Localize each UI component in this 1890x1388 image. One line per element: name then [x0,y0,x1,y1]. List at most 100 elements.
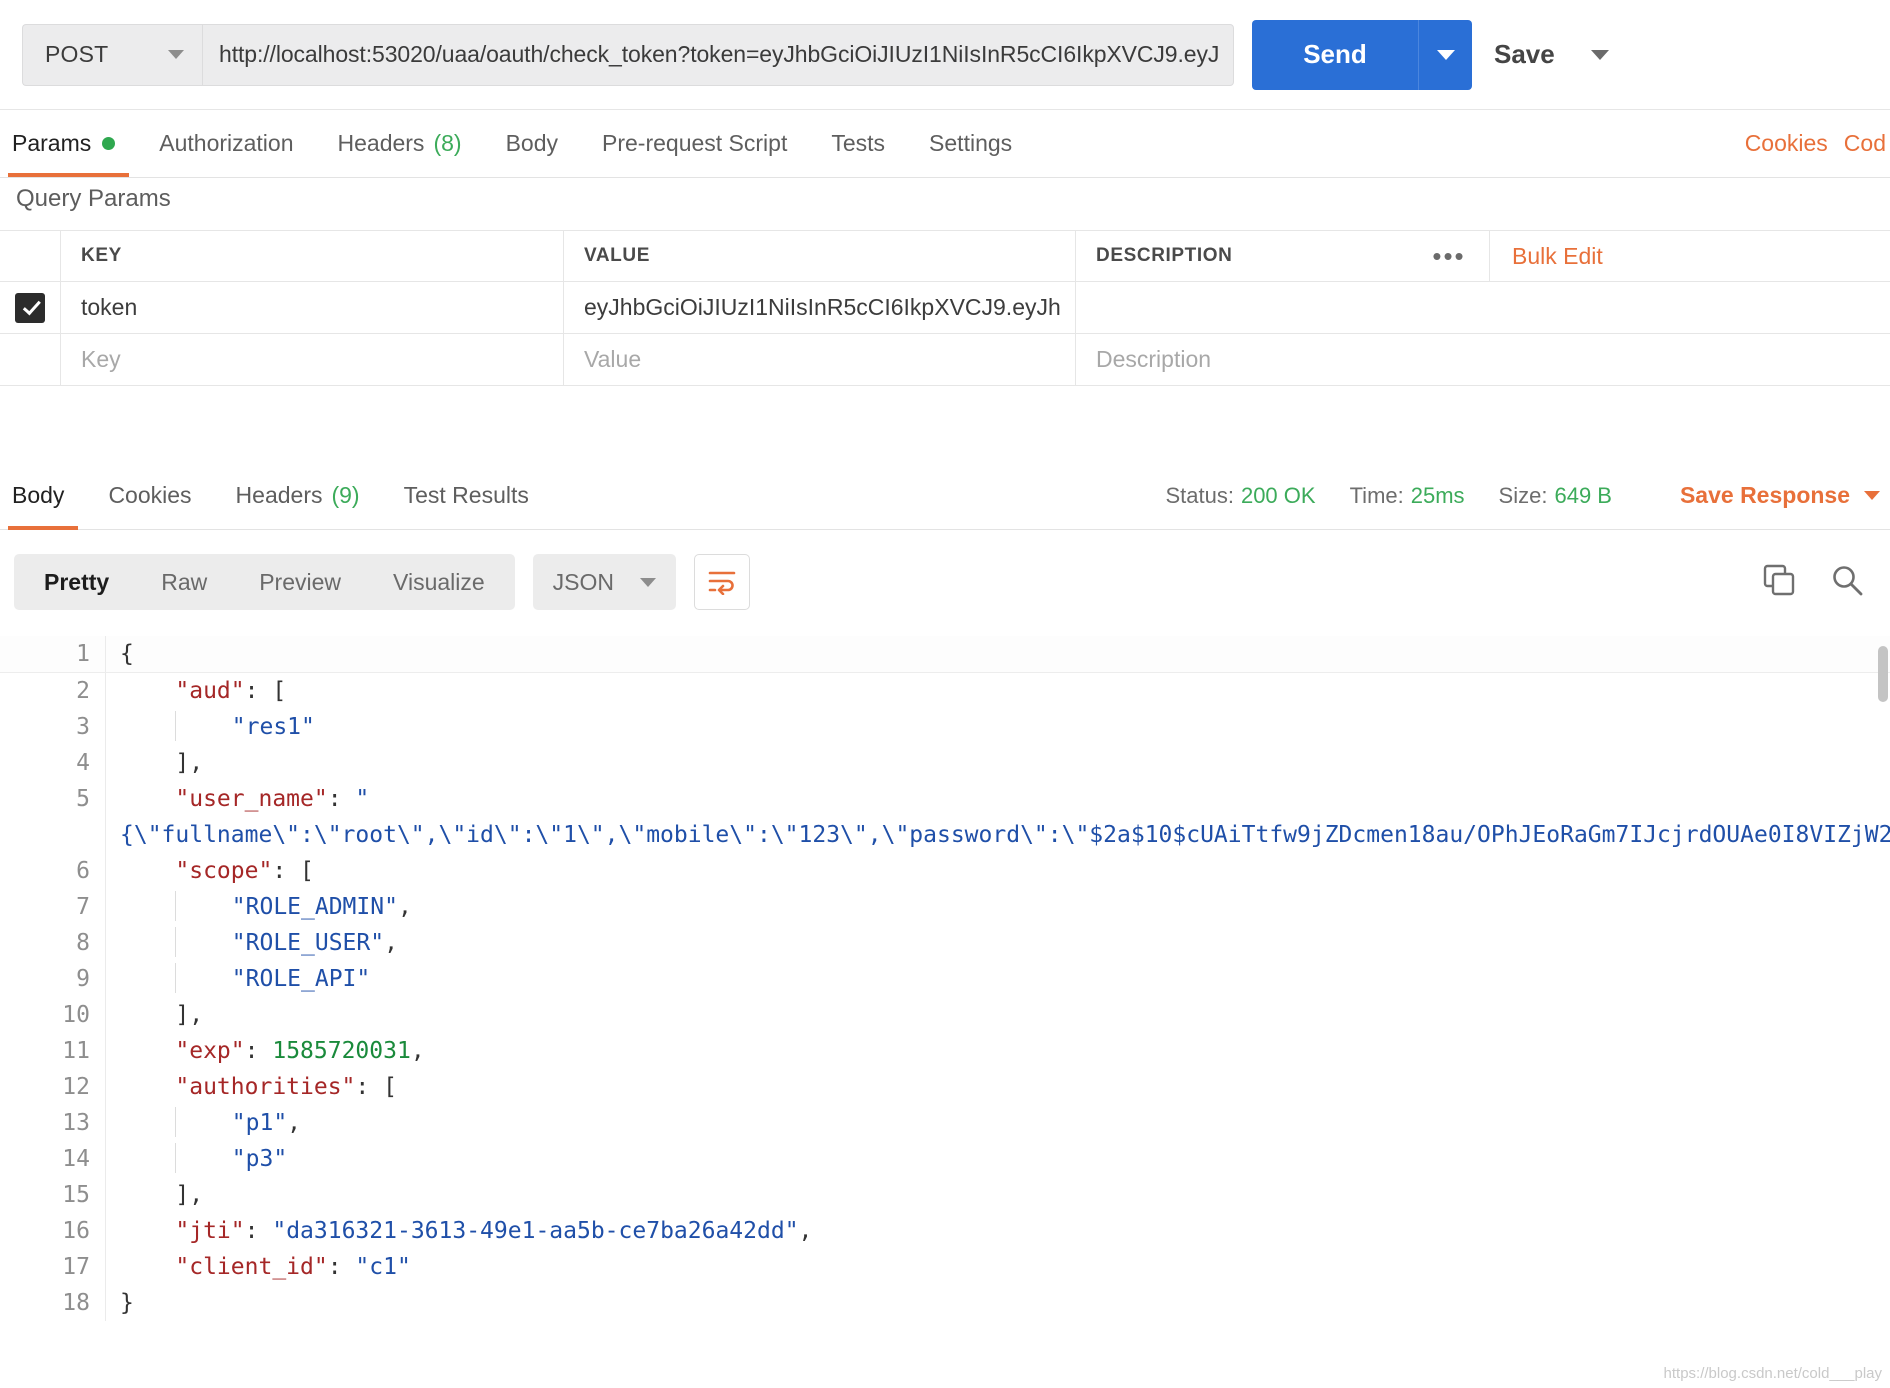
code-token: , [384,930,398,956]
tab-params[interactable]: Params [0,109,137,177]
response-tab-body-label: Body [12,482,65,508]
code-line: 12 "authorities": [ [0,1069,1890,1105]
line-number: 13 [62,1110,90,1136]
empty-row-key-cell[interactable]: Key [60,334,563,385]
code-token: : [327,1254,356,1280]
code-token: "user_name" [175,786,328,812]
send-button[interactable]: Send [1252,19,1418,90]
param-enabled-checkbox[interactable] [15,292,45,323]
tab-pre-request-script-label: Pre-request Script [602,129,788,156]
header-description-cell: DESCRIPTION [1075,231,1890,281]
line-number: 12 [62,1074,90,1100]
row-checkbox-cell [0,282,60,333]
line-number: 5 [76,786,90,812]
code-line: 3 "res1" [0,709,1890,745]
check-icon [22,296,41,316]
response-actions [1762,563,1890,602]
tab-tests[interactable]: Tests [809,109,907,177]
code-token: , [397,894,412,920]
tab-headers-label: Headers [337,129,425,156]
table-row-empty[interactable]: Key Value Description [0,334,1890,386]
empty-row-description-cell[interactable]: Description [1075,334,1890,385]
wrap-lines-icon [708,571,736,595]
save-button[interactable]: Save [1494,20,1609,90]
code-line-text: "p1", [105,1105,1890,1141]
code-token: : [ [355,1074,397,1100]
size-label: Size: [1498,482,1548,508]
save-response-button[interactable]: Save Response [1680,482,1880,509]
code-line-text: "p3" [105,1141,1890,1177]
row-value-cell[interactable]: eyJhbGciOiJIUzI1NiIsInR5cCI6IkpXVCJ9.eyJ… [563,282,1075,333]
code-token: ], [175,750,204,776]
line-number: 14 [62,1146,90,1172]
send-options-button[interactable] [1418,19,1472,90]
response-body-toolbar: Pretty Raw Preview Visualize JSON [0,530,1890,634]
chevron-down-icon [168,50,184,59]
http-method-selector[interactable]: POST [22,23,202,86]
vertical-scrollbar[interactable] [1878,646,1888,702]
code-token: } [120,1290,134,1316]
table-row[interactable]: token eyJhbGciOiJIUzI1NiIsInR5cCI6IkpXVC… [0,282,1890,334]
row-description-cell[interactable] [1075,282,1890,333]
url-input[interactable]: http://localhost:53020/uaa/oauth/check_t… [202,23,1234,86]
bulk-edit-link[interactable]: Bulk Edit [1489,230,1603,282]
line-number: 2 [76,678,90,704]
view-mode-pretty[interactable]: Pretty [18,554,135,610]
search-button[interactable] [1830,563,1864,602]
code-line-text: } [105,1285,1890,1321]
response-tab-cookies[interactable]: Cookies [86,462,213,530]
header-checkbox-cell [0,231,60,281]
code-line: 17 "client_id": "c1" [0,1249,1890,1285]
code-line: 1{ [0,636,1890,673]
code-line: 4 ], [0,745,1890,781]
response-tab-body[interactable]: Body [0,462,86,530]
code-line: 2 "aud": [ [0,673,1890,709]
search-icon [1833,565,1863,595]
code-token: , [287,1110,302,1136]
code-lines: 1{2 "aud": [3 "res1" 4 ], 5 "user_name": "… [0,636,1890,1321]
code-line: 15 ], [0,1177,1890,1213]
code-line-text: ], [105,997,1890,1033]
response-tab-test-results[interactable]: Test Results [382,462,551,530]
empty-row-value-cell[interactable]: Value [563,334,1075,385]
chevron-down-icon [1590,49,1609,60]
tab-authorization[interactable]: Authorization [137,109,315,177]
line-number: 6 [76,858,90,884]
response-tab-headers[interactable]: Headers (9) [214,462,382,530]
code-link[interactable]: Cod [1844,130,1886,157]
code-token: "p3" [231,1146,288,1172]
chevron-down-icon [1436,49,1455,60]
code-token: "p1" [231,1110,288,1136]
table-options-button[interactable]: ••• [1420,230,1478,282]
tab-headers[interactable]: Headers (8) [316,109,484,177]
line-number: 1 [76,641,90,667]
response-tab-test-results-label: Test Results [403,482,529,508]
row-key-cell[interactable]: token [60,282,563,333]
code-line-text: "ROLE_API" [105,961,1890,997]
wrap-lines-button[interactable] [694,554,751,610]
tab-settings-label: Settings [929,129,1013,156]
code-line-text: "scope": [ [105,853,1890,889]
view-mode-raw[interactable]: Raw [135,554,233,610]
http-method-label: POST [45,41,109,67]
url-text: http://localhost:53020/uaa/oauth/check_t… [219,41,1219,67]
copy-button[interactable] [1762,563,1796,602]
tab-pre-request-script[interactable]: Pre-request Script [580,109,809,177]
cookies-link[interactable]: Cookies [1745,130,1828,157]
line-number: 3 [76,714,90,740]
code-token: : [ [272,858,314,884]
response-body-viewer[interactable]: 1{2 "aud": [3 "res1" 4 ], 5 "user_name": "… [0,636,1890,1388]
tab-settings[interactable]: Settings [907,109,1034,177]
tab-authorization-label: Authorization [159,129,294,156]
param-value-value: eyJhbGciOiJIUzI1NiIsInR5cCI6IkpXVCJ9.eyJ… [584,294,1061,320]
body-format-selector[interactable]: JSON [532,554,677,610]
view-mode-visualize[interactable]: Visualize [367,554,511,610]
code-line-text: "user_name": "{\"fullname\":\"root\",\"i… [105,781,1890,853]
code-token: : [ [244,678,287,704]
tab-body[interactable]: Body [484,109,580,177]
line-number: 4 [76,750,90,776]
chevron-down-icon [1864,491,1880,500]
code-line: 10 ], [0,997,1890,1033]
code-token: ], [175,1002,204,1028]
view-mode-preview[interactable]: Preview [233,554,367,610]
